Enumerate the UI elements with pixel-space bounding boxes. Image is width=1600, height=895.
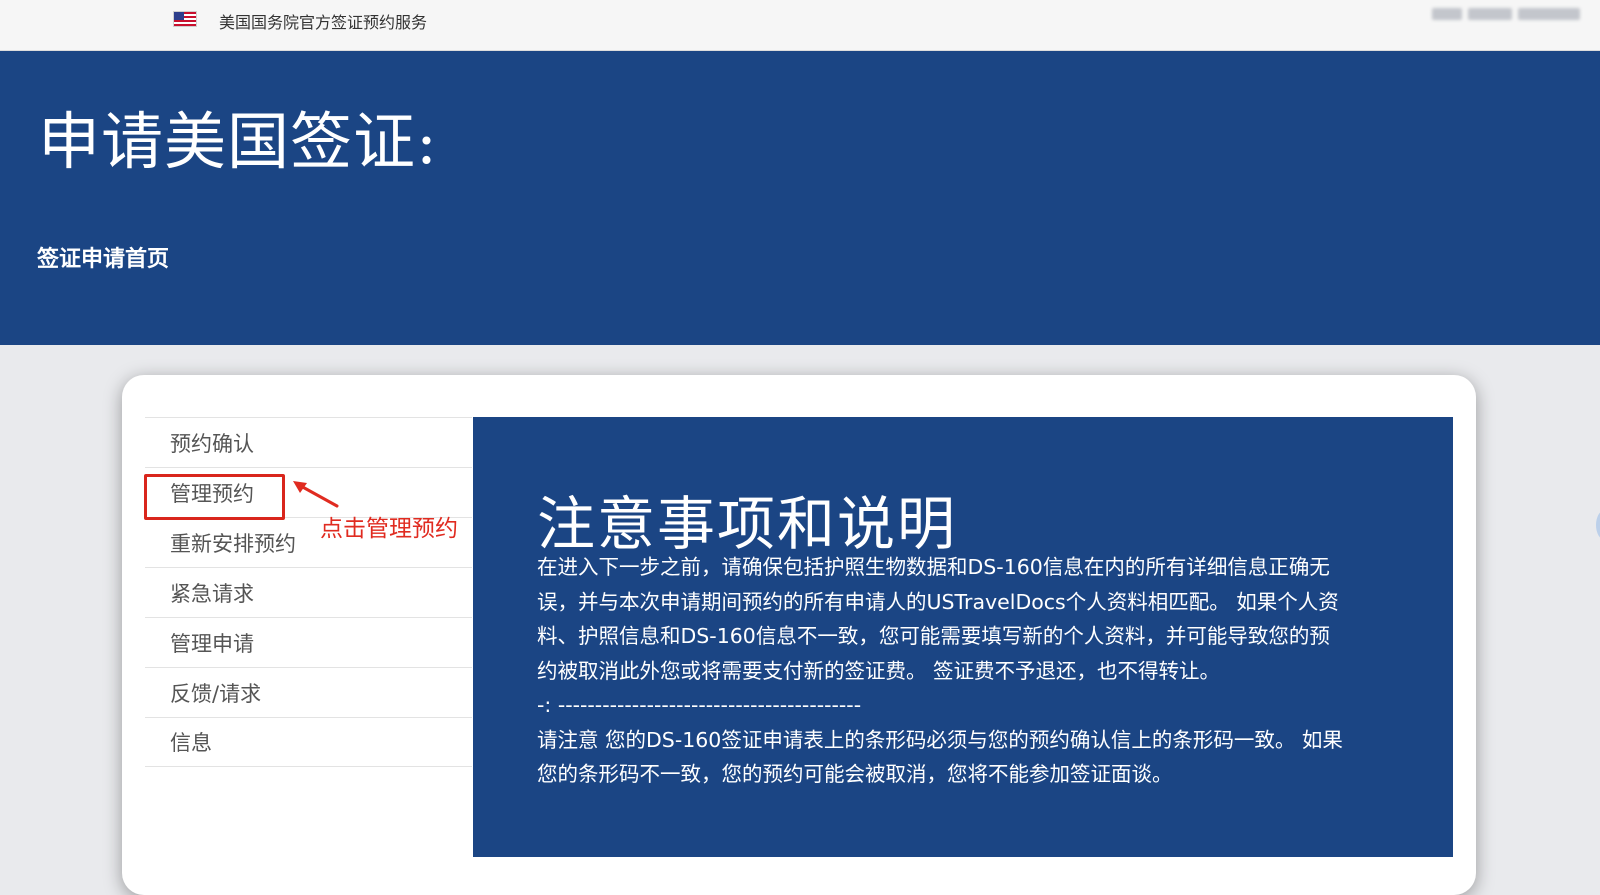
sidebar-item-manage-application[interactable]: 管理申请 [145, 617, 472, 667]
highlight-box [144, 474, 285, 520]
sidebar-item-feedback-request[interactable]: 反馈/请求 [145, 667, 472, 717]
sidebar-item-information[interactable]: 信息 [145, 717, 472, 767]
edge-widget[interactable] [1596, 510, 1600, 540]
notice-paragraph: 在进入下一步之前，请确保包括护照生物数据和DS-160信息在内的所有详细信息正确… [537, 555, 1339, 683]
page-title: 申请美国签证: [38, 105, 438, 178]
sidebar-item-emergency-request[interactable]: 紧急请求 [145, 567, 472, 617]
notice-panel: 注意事项和说明 在进入下一步之前，请确保包括护照生物数据和DS-160信息在内的… [473, 417, 1453, 857]
breadcrumb[interactable]: 签证申请首页 [37, 241, 169, 273]
notice-title: 注意事项和说明 [537, 490, 958, 558]
annotation-text: 点击管理预约 [320, 516, 458, 542]
top-bar: 美国国务院官方签证预约服务 [0, 0, 1600, 51]
notice-separator: -: -------------------------------------… [537, 693, 862, 717]
sidebar-nav: 预约确认 管理预约 重新安排预约 紧急请求 管理申请 反馈/请求 信息 [145, 417, 472, 767]
notice-body: 在进入下一步之前，请确保包括护照生物数据和DS-160信息在内的所有详细信息正确… [537, 550, 1347, 792]
notice-paragraph: 请注意 您的DS-160签证申请表上的条形码必须与您的预约确认信上的条形码一致。… [537, 727, 1343, 787]
sidebar-item-appointment-confirmation[interactable]: 预约确认 [145, 417, 472, 467]
annotation-arrow-icon [293, 481, 339, 508]
account-info-blurred [1432, 8, 1600, 24]
site-name: 美国国务院官方签证预约服务 [219, 13, 428, 32]
us-flag-icon [173, 11, 197, 27]
hero-banner: 申请美国签证: 签证申请首页 [0, 51, 1600, 345]
